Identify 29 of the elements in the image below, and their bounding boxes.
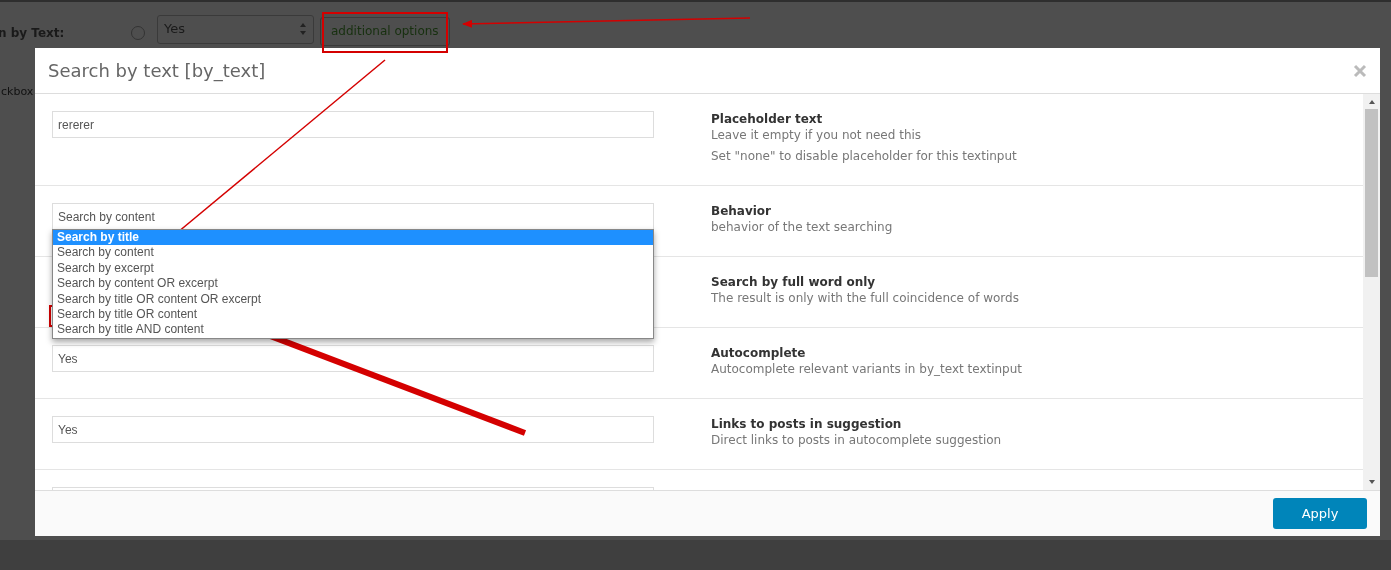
scroll-down-icon[interactable] bbox=[1367, 478, 1376, 486]
setting-title: Behavior bbox=[711, 203, 773, 219]
side-label: ckbox bbox=[0, 84, 34, 100]
dropdown-option[interactable]: Search by title AND content bbox=[53, 322, 653, 338]
setting-description: Direct links to posts in autocomplete suggestion bbox=[711, 432, 1002, 449]
select-field[interactable]: Search by content bbox=[52, 203, 654, 230]
dropdown-option[interactable]: Search by content bbox=[53, 245, 653, 261]
scrollbar[interactable] bbox=[1363, 94, 1380, 490]
input-field[interactable]: rererer bbox=[52, 111, 654, 138]
setting-title: Links to posts in suggestion bbox=[711, 416, 903, 432]
setting-description: Set "none" to disable placeholder for this textinput bbox=[711, 148, 1017, 165]
setting-title: Autocomplete bbox=[711, 345, 807, 361]
dropdown-option[interactable]: Search by excerpt bbox=[53, 260, 653, 277]
close-icon[interactable] bbox=[1353, 63, 1367, 78]
setting-title: Placeholder text bbox=[711, 111, 824, 127]
scroll-up-icon[interactable] bbox=[1367, 98, 1376, 106]
setting-description: Autocomplete relevant variants in by_text textinput bbox=[711, 361, 1023, 378]
dropdown-option[interactable]: Search by content OR excerpt bbox=[53, 276, 653, 292]
input-field[interactable]: Yes bbox=[52, 416, 654, 443]
setting-title: Search by full word only bbox=[711, 274, 877, 290]
apply-button[interactable]: Apply bbox=[1273, 498, 1367, 529]
sort-arrows-icon bbox=[299, 22, 307, 36]
input-field[interactable]: Yes bbox=[52, 345, 654, 372]
dropdown-option[interactable]: Search by title OR content OR excerpt bbox=[53, 291, 653, 307]
dropdown-option[interactable]: Search by title OR content bbox=[53, 306, 653, 323]
setting-description: Leave it empty if you not need this bbox=[711, 127, 923, 144]
setting-description: The result is only with the full coincidence of words bbox=[711, 290, 1019, 307]
setting-description: behavior of the text searching bbox=[711, 219, 893, 236]
modal-title: Search by text [by_text] bbox=[48, 59, 266, 84]
